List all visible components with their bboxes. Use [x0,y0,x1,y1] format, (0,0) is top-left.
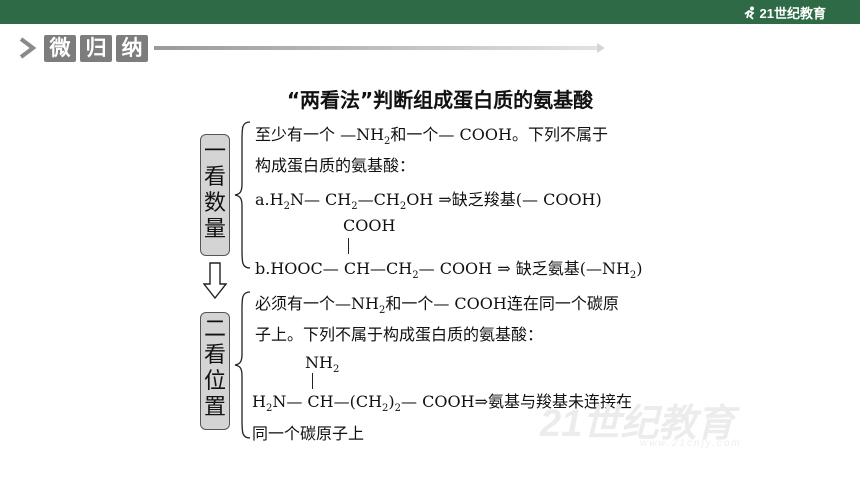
top-bar: 21世纪教育 [0,0,860,24]
box-char: 二 [203,317,226,342]
section-divider [154,43,605,53]
box-char: 置 [203,395,226,420]
rule-2-line-4: 同一个碳原子上 [252,424,365,443]
box-char: 看 [203,165,226,190]
chevron-right-icon [19,37,37,59]
rule-2-line-2: 子上。下列不属于构成蛋白质的氨基酸： [255,325,544,344]
label-box-count: 一 看 数 量 [200,134,230,256]
box-char: 量 [203,217,226,242]
example-c-substituent: NH2 [305,353,340,376]
example-a: a.H2N— CH2—CH2OH ⇒缺乏羧基(— COOH) [255,190,602,213]
section-char-2: 归 [80,35,112,62]
section-char-3: 纳 [116,35,148,62]
runner-icon [743,6,755,20]
box-char: 数 [203,191,226,216]
brace-1 [234,121,251,269]
watermark-url: www.21cnjy.com [640,438,742,449]
example-b-substituent: COOH [343,216,396,235]
rule-1-line-1: 至少有一个 —NH2和一个— COOH。下列不属于 [255,125,608,148]
rule-2-line-1: 必须有一个—NH2和一个— COOH连在同一个碳原 [255,294,619,317]
page-title: “两看法”判断组成蛋白质的氨基酸 [286,88,594,112]
box-char: 看 [203,343,226,368]
bond-line [348,238,349,254]
down-arrow-icon [203,262,227,300]
brand-logo: 21世纪教育 [743,3,826,22]
bond-line [312,373,313,389]
section-header: 微 归 纳 [14,32,605,64]
section-char-1: 微 [44,35,76,62]
box-char: 位 [203,369,226,394]
logo-text: 21世纪教育 [759,6,826,21]
label-box-position: 二 看 位 置 [200,312,230,430]
brace-2 [234,291,251,439]
rule-1-line-2: 构成蛋白质的氨基酸： [255,156,416,175]
box-char: 一 [203,139,226,164]
example-b: b.HOOC— CH—CH2— COOH ⇒ 缺乏氨基(—NH2) [255,259,643,282]
